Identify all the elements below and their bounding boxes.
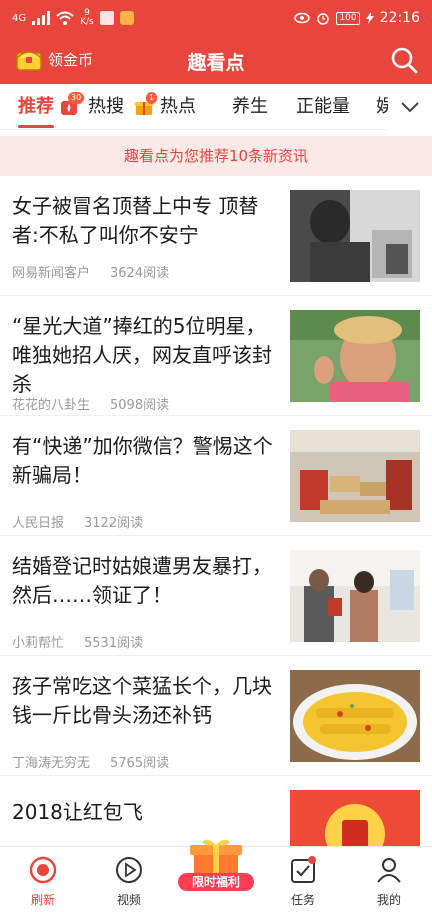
news-reads: 5098阅读 bbox=[110, 398, 170, 413]
news-source: 花花的八卦生 bbox=[12, 398, 91, 413]
limited-offer-button[interactable]: 限时福利 bbox=[170, 835, 262, 912]
news-reads: 3122阅读 bbox=[84, 516, 144, 531]
nav-tasks-label: 任务 bbox=[290, 893, 315, 907]
news-thumbnail bbox=[290, 310, 420, 402]
chevron-down-icon bbox=[401, 102, 419, 113]
recommend-notice: 趣看点为您推荐10条新资讯 bbox=[0, 136, 432, 176]
bottom-nav: 刷新 视频 限时福利 任务 我的 bbox=[0, 839, 432, 912]
news-source: 网易新闻客户 bbox=[12, 266, 91, 281]
news-source: 丁海涛无穷无 bbox=[12, 756, 91, 771]
nav-mine-label: 我的 bbox=[376, 893, 401, 907]
tab-hot-search[interactable]: 热搜 bbox=[88, 84, 124, 130]
news-item[interactable]: 女子被冒名顶替上中专 顶替者:不私了叫你不安宁 网易新闻客户 3624阅读 bbox=[0, 176, 432, 296]
news-reads: 3624阅读 bbox=[110, 266, 170, 281]
news-item[interactable]: 孩子常吃这个菜猛长个，几块钱一斤比骨头汤还补钙 丁海涛无穷无 5765阅读 bbox=[0, 656, 432, 776]
user-icon bbox=[377, 858, 401, 883]
tab-recommend[interactable]: 推荐 bbox=[18, 84, 54, 130]
news-thumbnail bbox=[290, 550, 420, 642]
status-right: 100 22:16 bbox=[294, 10, 420, 26]
app-title: 趣看点 bbox=[187, 52, 245, 74]
app-notification-icon bbox=[99, 11, 114, 25]
news-title: 2018让红包飞 bbox=[12, 800, 143, 824]
category-tabs: 推荐 30 热搜 1 热点 养生 正能量 娱 bbox=[0, 84, 432, 130]
news-title: “星光大道”捧红的5位明星，唯独她招人厌，网友直呼该封杀 bbox=[12, 314, 272, 396]
eye-icon bbox=[294, 12, 311, 24]
hot-topics-badge: 1 bbox=[146, 92, 158, 104]
wifi-icon bbox=[56, 11, 74, 25]
news-thumbnail bbox=[290, 190, 420, 282]
news-title: 结婚登记时姑娘遭男友暴打，然后……领证了！ bbox=[12, 554, 272, 607]
news-reads: 5765阅读 bbox=[110, 756, 170, 771]
nav-mine[interactable]: 我的 bbox=[346, 847, 432, 912]
tab-health[interactable]: 养生 bbox=[232, 84, 268, 130]
more-tabs-button[interactable] bbox=[388, 84, 432, 130]
limited-offer-label: 限时福利 bbox=[178, 873, 254, 891]
charging-icon bbox=[365, 12, 374, 24]
refresh-icon bbox=[29, 856, 57, 884]
status-bar: 4G 9 K/s 100 22:16 bbox=[0, 0, 432, 36]
active-tab-indicator bbox=[18, 125, 54, 128]
play-icon bbox=[116, 857, 142, 883]
news-meta: 丁海涛无穷无 5765阅读 bbox=[12, 752, 169, 771]
nav-refresh[interactable]: 刷新 bbox=[0, 847, 86, 912]
news-item[interactable]: 结婚登记时姑娘遭男友暴打，然后……领证了！ 小莉帮忙 5531阅读 bbox=[0, 536, 432, 656]
news-item[interactable]: 有“快递”加你微信？警惕这个新骗局！ 人民日报 3122阅读 bbox=[0, 416, 432, 536]
hot-search-badge: 30 bbox=[68, 92, 85, 104]
news-title: 有“快递”加你微信？警惕这个新骗局！ bbox=[12, 434, 273, 487]
network-speed: 9 K/s bbox=[80, 9, 94, 27]
signal-icon bbox=[32, 11, 51, 25]
battery-indicator: 100 bbox=[336, 11, 360, 25]
nav-video-label: 视频 bbox=[116, 893, 141, 907]
news-meta: 花花的八卦生 5098阅读 bbox=[12, 394, 169, 413]
alarm-icon bbox=[317, 13, 330, 25]
signal-indicator: 4G bbox=[12, 12, 27, 24]
app-header: 领金币 趣看点 bbox=[0, 36, 432, 84]
news-meta: 小莉帮忙 5531阅读 bbox=[12, 632, 143, 651]
news-source: 人民日报 bbox=[12, 516, 65, 531]
app-notification-icon-2 bbox=[119, 11, 134, 25]
news-item[interactable]: “星光大道”捧红的5位明星，唯独她招人厌，网友直呼该封杀 花花的八卦生 5098… bbox=[0, 296, 432, 416]
nav-refresh-label: 刷新 bbox=[30, 893, 55, 907]
speed-unit: K/s bbox=[80, 17, 94, 27]
nav-video[interactable]: 视频 bbox=[86, 847, 172, 912]
status-left: 4G 9 K/s bbox=[12, 9, 134, 27]
news-meta: 人民日报 3122阅读 bbox=[12, 512, 143, 531]
news-source: 小莉帮忙 bbox=[12, 636, 65, 651]
search-icon[interactable] bbox=[390, 46, 418, 74]
news-title: 女子被冒名顶替上中专 顶替者:不私了叫你不安宁 bbox=[12, 194, 259, 247]
tab-hot-topics[interactable]: 热点 bbox=[160, 84, 196, 130]
news-reads: 5531阅读 bbox=[84, 636, 144, 651]
nav-tasks[interactable]: 任务 bbox=[260, 847, 346, 912]
clock: 22:16 bbox=[379, 10, 420, 26]
task-icon bbox=[291, 856, 316, 883]
news-thumbnail bbox=[290, 670, 420, 762]
news-thumbnail bbox=[290, 430, 420, 522]
news-meta: 网易新闻客户 3624阅读 bbox=[12, 262, 169, 281]
news-title: 孩子常吃这个菜猛长个，几块钱一斤比骨头汤还补钙 bbox=[12, 674, 272, 727]
tab-positive-energy[interactable]: 正能量 bbox=[296, 84, 350, 130]
